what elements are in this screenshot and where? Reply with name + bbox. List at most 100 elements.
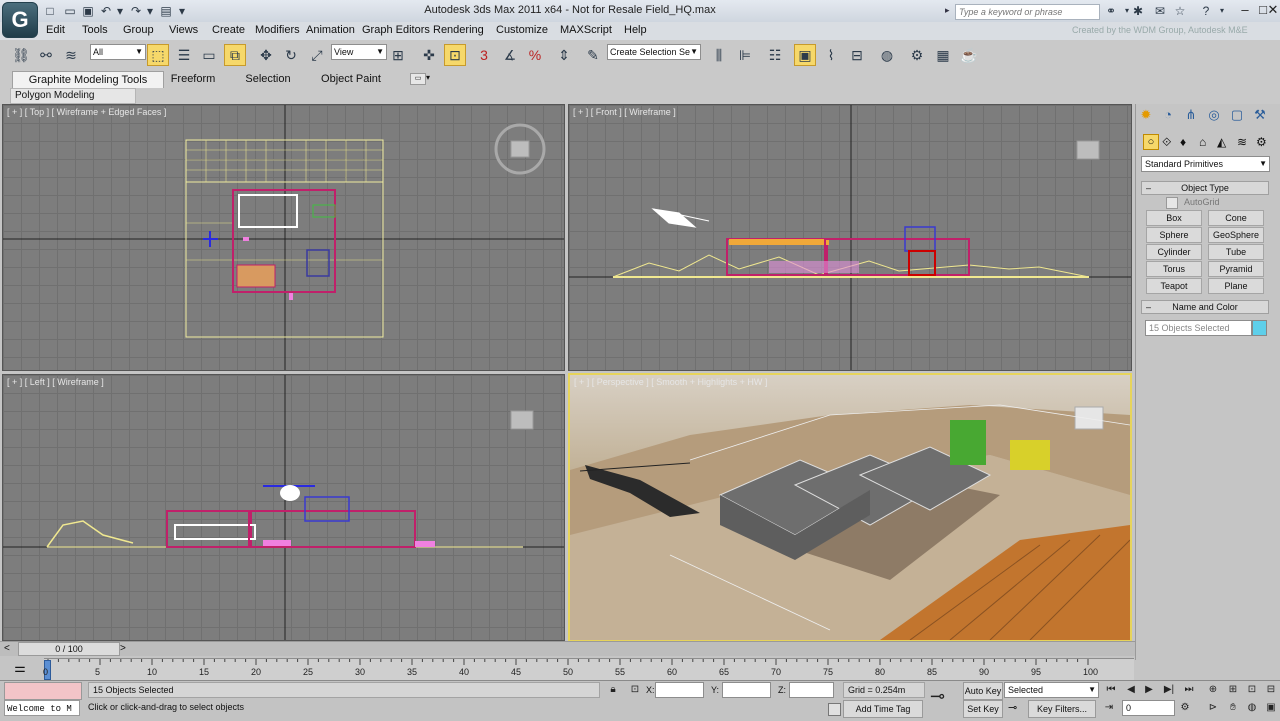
mirror-icon[interactable]: ⫼ [708,44,730,66]
pyramid-button[interactable]: Pyramid [1208,261,1264,277]
select-and-move-icon[interactable]: ✥ [255,44,277,66]
next-frame-icon[interactable]: ▶| [1160,683,1178,697]
menu-tools[interactable]: Tools [82,24,108,36]
time-configuration-icon[interactable]: ⚙ [1176,701,1194,715]
current-frame-field[interactable]: 0 [1122,700,1175,716]
add-time-tag-button[interactable]: Add Time Tag [843,700,923,718]
menu-customize[interactable]: Customize [496,24,548,36]
cameras-icon[interactable]: ⌂ [1199,135,1206,149]
subscription-icon[interactable]: ✱ [1130,3,1146,19]
create-tab-icon[interactable]: ✹ [1138,107,1154,123]
curve-editor-icon[interactable]: ⌇ [820,44,842,66]
plane-button[interactable]: Plane [1208,278,1264,294]
tab-selection[interactable]: Selection [236,71,300,87]
torus-button[interactable]: Torus [1146,261,1202,277]
object-color-swatch[interactable] [1252,320,1267,336]
tab-object-paint[interactable]: Object Paint [316,71,386,87]
ribbon-dropdown-icon[interactable]: ▾ [426,73,430,82]
menu-graph-editors[interactable]: Graph Editors [362,24,430,36]
zoom-extents-icon[interactable]: ⊡ [1243,683,1261,697]
app-logo-icon[interactable]: G [2,2,38,38]
set-key-key-icon[interactable]: ⊸ [930,686,945,707]
display-tab-icon[interactable]: ▢ [1229,107,1245,123]
named-selection-sets-dropdown[interactable]: Create Selection Se ▼ [607,44,701,60]
layer-manager-icon[interactable]: ☷ [764,44,786,66]
key-mode-toggle-icon[interactable]: ⇥ [1100,701,1118,715]
zoom-extents-all-icon[interactable]: ⊟ [1262,683,1280,697]
sphere-button[interactable]: Sphere [1146,227,1202,243]
bind-space-warp-icon[interactable]: ≋ [60,44,82,66]
tab-graphite-modeling-tools[interactable]: Graphite Modeling Tools [12,71,164,88]
menu-create[interactable]: Create [212,24,245,36]
previous-frame-icon[interactable]: ◀ [1122,683,1140,697]
x-coordinate-field[interactable] [655,682,704,698]
key-mode-dropdown[interactable]: Selected ▼ [1004,682,1099,698]
time-tag-icon[interactable] [828,703,841,716]
geosphere-button[interactable]: GeoSphere [1208,227,1264,243]
percent-snap-icon[interactable]: % [524,44,546,66]
project-folder-icon[interactable]: ▤ [158,3,174,19]
modify-tab-icon[interactable]: ◔ [1160,107,1176,123]
time-slider-thumb[interactable]: 0 / 100 [18,642,120,656]
pan-icon[interactable]: ✋︎ [1224,701,1242,715]
auto-key-button[interactable]: Auto Key [963,682,1003,700]
help-dropdown-icon[interactable]: ▾ [1214,3,1230,19]
viewport-perspective[interactable]: [ + ] [ Perspective ] [ Smooth + Highlig… [568,373,1132,642]
time-prev-icon[interactable]: < [4,643,10,654]
rollout-name-and-color[interactable]: – Name and Color [1141,300,1269,314]
menu-edit[interactable]: Edit [46,24,65,36]
reference-coord-dropdown[interactable]: View ▼ [331,44,387,60]
maxscript-listener-bottom[interactable]: Welcome to M [4,700,80,716]
z-coordinate-field[interactable] [789,682,834,698]
select-and-link-icon[interactable]: ⛓ [10,44,32,66]
tab-freeform[interactable]: Freeform [164,71,222,87]
graphite-toggle-icon[interactable]: ▣ [794,44,816,66]
open-file-icon[interactable]: ▭ [62,3,78,19]
set-key-button[interactable]: Set Key [963,700,1003,718]
selection-lock-icon[interactable]: 🔒︎ [604,683,622,697]
viewport-front[interactable]: [ + ] [ Front ] [ Wireframe ] [568,104,1132,371]
utilities-tab-icon[interactable]: ⚒ [1252,107,1268,123]
close-icon[interactable]: ✕ [1266,0,1280,20]
geometry-icon[interactable]: ○ [1143,134,1159,150]
tube-button[interactable]: Tube [1208,244,1264,260]
helpers-icon[interactable]: ◭ [1217,135,1226,149]
select-object-icon[interactable]: ⬚ [147,44,169,66]
time-slider[interactable] [0,641,1135,656]
snap-toggle-icon[interactable]: 3 [473,44,495,66]
mini-curve-editor-icon[interactable]: ⚌ [10,660,30,676]
redo-dropdown-icon[interactable]: ▾ [142,3,158,19]
viewport-top[interactable]: [ + ] [ Top ] [ Wireframe + Edged Faces … [2,104,565,371]
select-manipulate-icon[interactable]: ✜ [418,44,440,66]
rendered-frame-window-icon[interactable]: ▦ [932,44,954,66]
menu-modifiers[interactable]: Modifiers [255,24,300,36]
zoom-icon[interactable]: ⊕ [1204,683,1222,697]
save-icon[interactable]: ▣ [80,3,96,19]
menu-maxscript[interactable]: MAXScript [560,24,612,36]
space-warps-icon[interactable]: ≋ [1237,135,1247,149]
motion-tab-icon[interactable]: ◎ [1206,107,1222,123]
menu-help[interactable]: Help [624,24,647,36]
edit-named-selections-icon[interactable]: ✎ [582,44,604,66]
zoom-all-icon[interactable]: ⊞ [1224,683,1242,697]
help-icon[interactable]: ? [1198,3,1214,19]
cone-button[interactable]: Cone [1208,210,1264,226]
selection-filter-dropdown[interactable]: All ▼ [90,44,146,60]
rollout-object-type[interactable]: – Object Type [1141,181,1269,195]
window-crossing-icon[interactable]: ⧉ [224,44,246,66]
go-to-start-icon[interactable]: ⏮ [1102,683,1120,697]
teapot-button[interactable]: Teapot [1146,278,1202,294]
lights-icon[interactable]: ♦ [1180,135,1186,149]
orbit-icon[interactable]: ◍ [1243,701,1261,715]
search-input[interactable]: Type a keyword or phrase [955,4,1100,20]
infocenter-binoculars-icon[interactable]: ⚭ [1103,3,1119,19]
material-editor-icon[interactable]: ◍ [876,44,898,66]
viewport-left[interactable]: [ + ] [ Left ] [ Wireframe ] [2,374,565,641]
shapes-icon[interactable]: ⟐ [1162,135,1171,150]
new-file-icon[interactable]: □ [42,3,58,19]
menu-views[interactable]: Views [169,24,198,36]
menu-group[interactable]: Group [123,24,154,36]
rectangular-selection-icon[interactable]: ▭ [198,44,220,66]
object-name-field[interactable]: 15 Objects Selected [1145,320,1252,336]
unlink-icon[interactable]: ⚯ [35,44,57,66]
